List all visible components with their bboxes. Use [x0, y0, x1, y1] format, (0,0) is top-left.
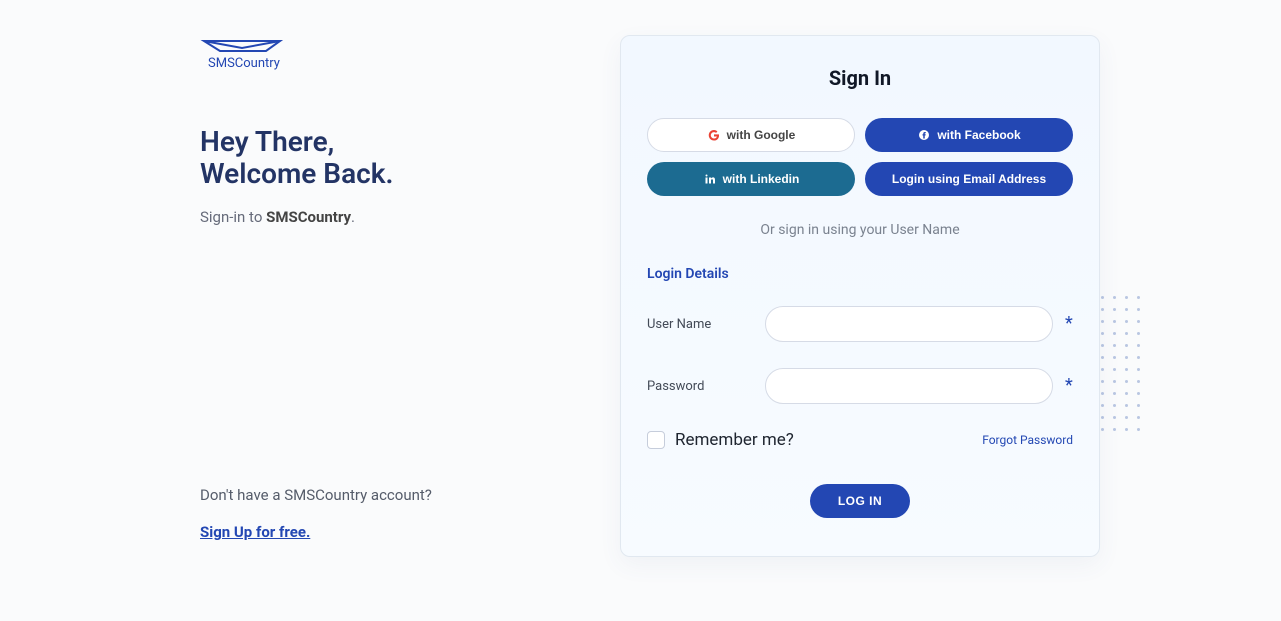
- facebook-label: with Facebook: [937, 128, 1020, 142]
- remember-label: Remember me?: [675, 430, 794, 450]
- facebook-icon: [917, 128, 931, 142]
- google-icon: [707, 128, 721, 142]
- google-label: with Google: [727, 128, 796, 142]
- linkedin-label: with Linkedin: [723, 172, 800, 186]
- welcome-heading: Hey There, Welcome Back.: [200, 126, 580, 190]
- linkedin-login-button[interactable]: with Linkedin: [647, 162, 855, 196]
- brand-name: SMSCountry: [208, 56, 580, 71]
- welcome-line2: Welcome Back.: [200, 157, 393, 190]
- email-label: Login using Email Address: [892, 172, 1046, 186]
- no-account-text: Don't have a SMSCountry account?: [200, 486, 580, 504]
- linkedin-icon: [703, 172, 717, 186]
- login-details-label: Login Details: [647, 266, 1073, 282]
- decorative-dots: [1065, 296, 1135, 434]
- or-divider-text: Or sign in using your User Name: [647, 222, 1073, 238]
- signin-prefix: Sign-in to: [200, 208, 266, 226]
- password-input[interactable]: [765, 368, 1053, 404]
- brand-logo: SMSCountry: [200, 35, 580, 71]
- facebook-login-button[interactable]: with Facebook: [865, 118, 1073, 152]
- remember-checkbox[interactable]: [647, 431, 665, 449]
- password-label: Password: [647, 379, 755, 394]
- welcome-line1: Hey There,: [200, 125, 334, 158]
- login-button[interactable]: LOG IN: [810, 484, 910, 518]
- username-label: User Name: [647, 317, 755, 332]
- google-login-button[interactable]: with Google: [647, 118, 855, 152]
- signin-suffix: .: [351, 208, 355, 226]
- forgot-password-link[interactable]: Forgot Password: [982, 433, 1073, 447]
- required-asterisk: *: [1065, 377, 1073, 395]
- username-input[interactable]: [765, 306, 1053, 342]
- signin-card: Sign In with Google with Facebook: [620, 35, 1100, 557]
- signup-link[interactable]: Sign Up for free.: [200, 523, 310, 541]
- signin-brand: SMSCountry: [266, 208, 351, 226]
- signin-subtext: Sign-in to SMSCountry.: [200, 208, 580, 226]
- required-asterisk: *: [1065, 315, 1073, 333]
- email-login-button[interactable]: Login using Email Address: [865, 162, 1073, 196]
- card-title: Sign In: [647, 66, 1073, 90]
